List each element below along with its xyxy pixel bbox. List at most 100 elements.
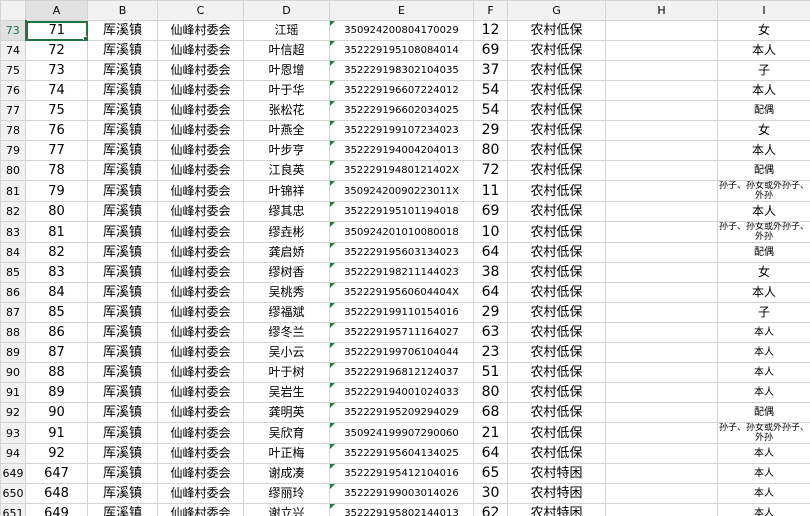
cell-c[interactable]: 仙峰村委会 — [157, 322, 244, 343]
cell-c[interactable]: 仙峰村委会 — [157, 180, 244, 202]
cell-f[interactable]: 72 — [473, 160, 508, 181]
cell-i[interactable]: 配偶 — [717, 242, 810, 263]
cell-h[interactable] — [605, 160, 718, 181]
cell-h[interactable] — [605, 221, 718, 243]
cell-g[interactable]: 农村低保 — [507, 100, 606, 121]
cell-f[interactable]: 63 — [473, 322, 508, 343]
cell-e[interactable]: 350924199907290060 — [329, 422, 474, 444]
cell-c[interactable]: 仙峰村委会 — [157, 140, 244, 161]
row-header[interactable]: 85 — [0, 262, 26, 283]
cell-d[interactable]: 缪丽玲 — [243, 483, 330, 504]
cell-d[interactable]: 叶锦祥 — [243, 180, 330, 202]
row-header[interactable]: 88 — [0, 322, 26, 343]
cell-b[interactable]: 厍溪镇 — [87, 362, 158, 383]
cell-b[interactable]: 厍溪镇 — [87, 262, 158, 283]
cell-b[interactable]: 厍溪镇 — [87, 443, 158, 464]
cell-i[interactable]: 子 — [717, 302, 810, 323]
row-header[interactable]: 76 — [0, 80, 26, 101]
column-header-c[interactable]: C — [157, 0, 244, 21]
cell-i[interactable]: 本人 — [717, 342, 810, 363]
cell-f[interactable]: 69 — [473, 40, 508, 61]
cell-i[interactable]: 本人 — [717, 463, 810, 484]
cell-e[interactable]: 352229195209294029 — [329, 402, 474, 423]
cell-f[interactable]: 12 — [473, 20, 508, 41]
cell-h[interactable] — [605, 262, 718, 283]
cell-i[interactable]: 子 — [717, 60, 810, 81]
cell-c[interactable]: 仙峰村委会 — [157, 120, 244, 141]
cell-c[interactable]: 仙峰村委会 — [157, 160, 244, 181]
row-header[interactable]: 77 — [0, 100, 26, 121]
cell-c[interactable]: 仙峰村委会 — [157, 302, 244, 323]
cell-b[interactable]: 厍溪镇 — [87, 120, 158, 141]
row-header[interactable]: 75 — [0, 60, 26, 81]
cell-f[interactable]: 80 — [473, 382, 508, 403]
cell-h[interactable] — [605, 140, 718, 161]
cell-d[interactable]: 谢成凑 — [243, 463, 330, 484]
cell-g[interactable]: 农村低保 — [507, 60, 606, 81]
cell-d[interactable]: 江良英 — [243, 160, 330, 181]
cell-b[interactable]: 厍溪镇 — [87, 40, 158, 61]
cell-h[interactable] — [605, 80, 718, 101]
cell-d[interactable]: 叶步亨 — [243, 140, 330, 161]
cell-e[interactable]: 352229196812124037 — [329, 362, 474, 383]
cell-g[interactable]: 农村低保 — [507, 80, 606, 101]
cell-d[interactable]: 缪冬兰 — [243, 322, 330, 343]
cell-a[interactable]: 71 — [25, 20, 88, 41]
cell-g[interactable]: 农村低保 — [507, 342, 606, 363]
cell-e[interactable]: 352229195603134023 — [329, 242, 474, 263]
cell-a[interactable]: 73 — [25, 60, 88, 81]
cell-d[interactable]: 吴小云 — [243, 342, 330, 363]
cell-g[interactable]: 农村低保 — [507, 160, 606, 181]
row-header[interactable]: 79 — [0, 140, 26, 161]
cell-e[interactable]: 352229194001024033 — [329, 382, 474, 403]
column-header-f[interactable]: F — [473, 0, 508, 21]
cell-a[interactable]: 87 — [25, 342, 88, 363]
row-header[interactable]: 87 — [0, 302, 26, 323]
cell-f[interactable]: 64 — [473, 242, 508, 263]
cell-c[interactable]: 仙峰村委会 — [157, 80, 244, 101]
cell-h[interactable] — [605, 342, 718, 363]
row-header[interactable]: 91 — [0, 382, 26, 403]
cell-i[interactable]: 本人 — [717, 282, 810, 303]
cell-f[interactable]: 11 — [473, 180, 508, 202]
cell-a[interactable]: 88 — [25, 362, 88, 383]
cell-g[interactable]: 农村低保 — [507, 422, 606, 444]
cell-e[interactable]: 352229198302104035 — [329, 60, 474, 81]
cell-a[interactable]: 91 — [25, 422, 88, 444]
fill-handle[interactable] — [83, 36, 87, 40]
column-header-b[interactable]: B — [87, 0, 158, 21]
column-header-g[interactable]: G — [507, 0, 606, 21]
cell-a[interactable]: 649 — [25, 503, 88, 516]
cell-g[interactable]: 农村特困 — [507, 483, 606, 504]
row-header[interactable]: 89 — [0, 342, 26, 363]
cell-a[interactable]: 83 — [25, 262, 88, 283]
cell-i[interactable]: 本人 — [717, 362, 810, 383]
cell-h[interactable] — [605, 120, 718, 141]
cell-a[interactable]: 80 — [25, 201, 88, 222]
cell-g[interactable]: 农村低保 — [507, 302, 606, 323]
cell-g[interactable]: 农村低保 — [507, 402, 606, 423]
row-header[interactable]: 86 — [0, 282, 26, 303]
cell-e[interactable]: 352229199110154016 — [329, 302, 474, 323]
cell-d[interactable]: 缪其忠 — [243, 201, 330, 222]
row-header[interactable]: 651 — [0, 503, 26, 516]
cell-i[interactable]: 本人 — [717, 483, 810, 504]
cell-a[interactable]: 74 — [25, 80, 88, 101]
cell-i[interactable]: 女 — [717, 120, 810, 141]
select-all-corner[interactable] — [0, 0, 26, 21]
cell-h[interactable] — [605, 362, 718, 383]
cell-d[interactable]: 龚明英 — [243, 402, 330, 423]
cell-h[interactable] — [605, 483, 718, 504]
cell-i[interactable]: 配偶 — [717, 160, 810, 181]
cell-i[interactable]: 本人 — [717, 443, 810, 464]
cell-e[interactable]: 352229195108084014 — [329, 40, 474, 61]
cell-h[interactable] — [605, 503, 718, 516]
cell-c[interactable]: 仙峰村委会 — [157, 221, 244, 243]
cell-c[interactable]: 仙峰村委会 — [157, 60, 244, 81]
cell-g[interactable]: 农村低保 — [507, 242, 606, 263]
cell-f[interactable]: 37 — [473, 60, 508, 81]
row-header[interactable]: 90 — [0, 362, 26, 383]
row-header[interactable]: 81 — [0, 180, 26, 202]
cell-b[interactable]: 厍溪镇 — [87, 322, 158, 343]
cell-c[interactable]: 仙峰村委会 — [157, 100, 244, 121]
